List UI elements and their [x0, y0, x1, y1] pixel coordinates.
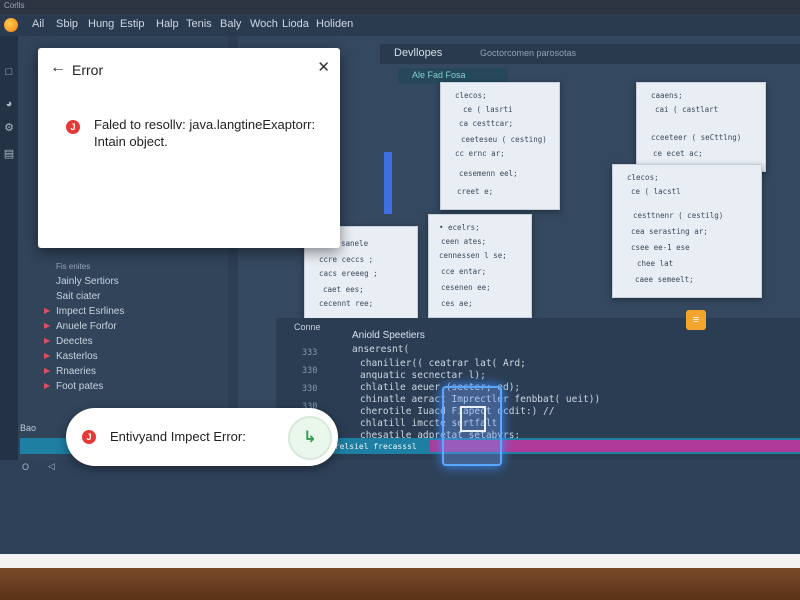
code-card: c​lecos; ce ( lasrti ca cesttcar; ceetes…	[440, 82, 560, 210]
output-tab[interactable]: Conne	[294, 322, 321, 332]
expand-arrow-icon[interactable]: ▶	[44, 366, 50, 375]
bottom-left-tab[interactable]: Bao	[20, 423, 36, 433]
tree-item[interactable]: ▶ Foot pates	[44, 381, 103, 392]
hologram-panel	[442, 386, 502, 466]
expand-arrow-icon[interactable]: ▶	[44, 336, 50, 345]
play-icon[interactable]: ◁	[48, 461, 55, 472]
status-band-text: Prelsiel frecasssl	[330, 442, 417, 451]
tree-item[interactable]: Fis enites	[56, 262, 90, 271]
tree-item[interactable]: ▶ Deectes	[44, 336, 93, 347]
menu-item-6[interactable]: Baly	[220, 18, 241, 30]
dialog-title: Error	[72, 62, 104, 78]
app-logo-icon[interactable]	[4, 18, 18, 32]
back-arrow-icon[interactable]: ←	[50, 60, 66, 76]
tree-item[interactable]: Sait ciater	[56, 291, 100, 302]
tree-item[interactable]: ▶ Impect Esrlines	[44, 306, 124, 317]
code-line: anseresnt(	[352, 344, 410, 355]
window-title: Corlls	[4, 1, 25, 10]
menu-item-5[interactable]: Tenis	[186, 18, 212, 30]
folder-icon[interactable]: ▤	[3, 148, 15, 160]
monitor-bezel	[0, 554, 800, 568]
dialog-message: Faled to resollv: java.langtineExaptorr:…	[94, 117, 316, 149]
menu-item-1[interactable]: Sbip	[56, 18, 78, 30]
selection-accent	[384, 152, 392, 214]
error-dialog: ← Error ✕ J Faled to resollv: java.langt…	[38, 48, 340, 248]
menu-item-8[interactable]: Lioda	[282, 18, 309, 30]
editor-subtab-label: Ale Fad Fosa	[412, 70, 466, 80]
menu-bar: Ail Sbip Hung Estip Halp Tenis Baly Woch…	[0, 14, 800, 36]
close-icon[interactable]: ✕	[317, 58, 330, 76]
expand-arrow-icon[interactable]: ▶	[44, 306, 50, 315]
error-icon: J	[82, 430, 96, 444]
error-icon: J	[66, 120, 80, 134]
menu-item-2[interactable]: Hung	[88, 18, 114, 30]
menu-item-0[interactable]: Ail	[32, 18, 44, 30]
code-card: c​lecos; ce ( lacstl cesttnenr ( cestilg…	[612, 164, 762, 298]
code-card: c​aaens; cai ( castlart cceeteer ( seCtt…	[636, 82, 766, 172]
menu-item-9[interactable]: Holiden	[316, 18, 353, 30]
gauge-icon[interactable]: ◕	[3, 98, 15, 110]
menu-item-3[interactable]: Estip	[120, 18, 144, 30]
settings-icon[interactable]: ⚙	[3, 122, 15, 134]
tree-item[interactable]: ▶ Anuele Forfor	[44, 321, 117, 332]
expand-arrow-icon[interactable]: ▶	[44, 351, 50, 360]
tree-item[interactable]: ▶ Kasterlos	[44, 351, 98, 362]
editor-subtitle: Goctorcomen parosotas	[480, 48, 577, 58]
expand-arrow-icon[interactable]: ▶	[44, 381, 50, 390]
files-icon[interactable]: □	[3, 66, 15, 78]
editor-header: Devllopes Goctorcomen parosotas	[380, 44, 800, 64]
code-line: anquatic secnectar l);	[360, 370, 486, 381]
output-title: Aniold Speetiers	[352, 330, 425, 341]
editor-title[interactable]: Devllopes	[394, 47, 442, 59]
expand-arrow-icon[interactable]: ▶	[44, 321, 50, 330]
confirm-button[interactable]: ↳	[288, 416, 332, 460]
code-card: • ecelrs; ceen ates; cennessen l se; cce…	[428, 214, 532, 318]
tree-item[interactable]: ▶ Rnaeries	[44, 366, 96, 377]
menu-item-4[interactable]: Halp	[156, 18, 179, 30]
close-box-icon	[460, 406, 486, 432]
desk-surface	[0, 568, 800, 600]
code-line: chanilier(( ceatrar lat( Ard;	[360, 358, 526, 369]
error-toast: J Entivyand Impect Error: ↳	[66, 408, 338, 466]
os-top-strip: Corlls	[0, 0, 800, 14]
toast-message: Entivyand Impect Error:	[110, 429, 246, 444]
tree-item[interactable]: Jainly Sertiors	[56, 276, 119, 287]
notification-icon[interactable]: ≡	[686, 310, 706, 330]
menu-item-7[interactable]: Woch	[250, 18, 278, 30]
reload-icon[interactable]: O	[22, 462, 29, 472]
bottom-strip: O ◁	[0, 460, 800, 554]
